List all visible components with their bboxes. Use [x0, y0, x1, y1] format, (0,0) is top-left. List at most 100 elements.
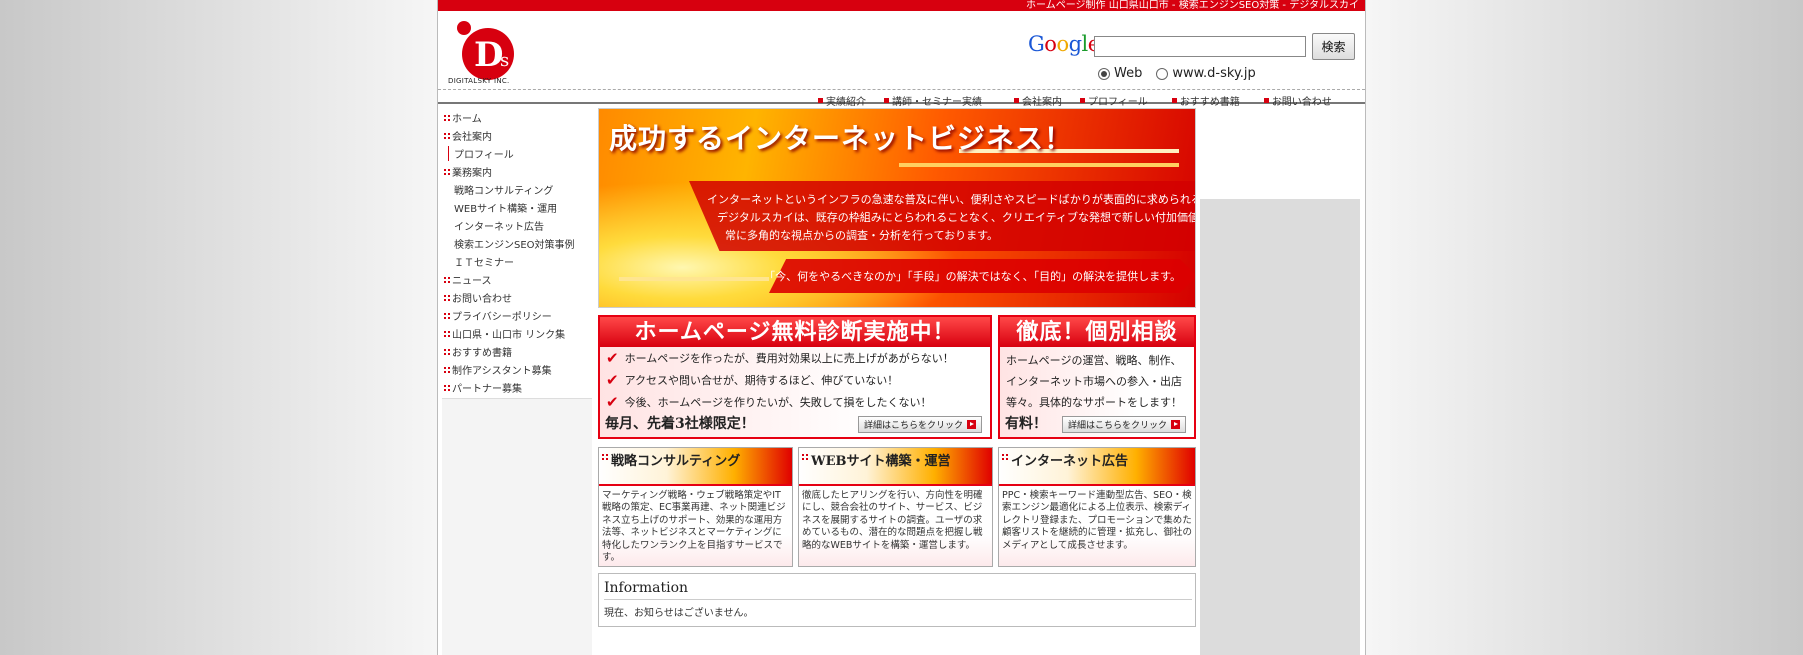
hero-arrow-decoration — [899, 163, 1179, 167]
top-nav: 実績紹介 講師・セミナー実績 会社案内 プロフィール おすすめ書籍 お問い合わせ — [818, 94, 1350, 108]
sidebar-item-web-build[interactable]: WEBサイト構築・運用 — [448, 200, 557, 215]
radio-site-label: www.d-sky.jp — [1172, 66, 1256, 81]
sidebar-item-services[interactable]: 業務案内 — [444, 164, 492, 179]
hero-line-1: インターネットというインフラの急速な普及に伴い、便利さやスピードばかりが表面的に… — [707, 193, 1196, 206]
service-card-title: WEBサイト構築・運営 — [811, 454, 951, 469]
logo-text: DIGITALSKY INC. — [448, 77, 510, 85]
check-icon: ✔ — [606, 349, 619, 367]
search-scope: Web www.d-sky.jp — [1098, 66, 1266, 81]
sidebar-item-strategy[interactable]: 戦略コンサルティング — [448, 182, 553, 197]
play-arrow-icon — [967, 420, 976, 429]
promo-consult-footer: 有料！ — [1005, 416, 1047, 432]
nav-works[interactable]: 実績紹介 — [818, 94, 866, 108]
service-card-body: 徹底したヒアリングを行い、方向性を明確にし、競合会社のサイト、サービス、ビジネス… — [799, 486, 992, 566]
promo-consult-title: 徹底！個別相談 — [1000, 317, 1194, 347]
sidebar-footer-area — [442, 398, 592, 655]
nav-company[interactable]: 会社案内 — [1014, 94, 1062, 108]
information-text: 現在、お知らせはございません。 — [604, 608, 754, 619]
service-card-title: 戦略コンサルティング — [611, 454, 741, 469]
hero-line-3: 常に多角的な視点からの調査・分析を行っております。 — [725, 229, 999, 242]
right-column — [1200, 199, 1360, 655]
service-card-header: 戦略コンサルティング — [599, 448, 792, 486]
search-input[interactable] — [1094, 36, 1306, 57]
bullet-icon — [602, 454, 608, 460]
bullet-icon — [884, 97, 889, 103]
service-card-title: インターネット広告 — [1011, 454, 1129, 469]
header-divider — [438, 89, 1365, 90]
bullet-icon — [444, 114, 450, 121]
radio-web[interactable] — [1098, 67, 1110, 80]
hero-arrow-decoration — [619, 277, 769, 281]
bullet-icon — [444, 312, 450, 319]
promo-free-detail-button[interactable]: 詳細はこちらをクリック — [858, 416, 982, 433]
bullet-icon — [444, 348, 450, 355]
bullet-icon — [1002, 454, 1008, 460]
nav-contact[interactable]: お問い合わせ — [1263, 94, 1332, 108]
service-card-header: WEBサイト構築・運営 — [799, 448, 992, 486]
sidebar-item-it-seminar[interactable]: ＩＴセミナー — [448, 254, 514, 269]
sidebar-item-assistant[interactable]: 制作アシスタント募集 — [444, 362, 552, 377]
bullet-icon — [1014, 97, 1019, 103]
service-card-ads[interactable]: インターネット広告 PPC・検索キーワード連動型広告、SEO・検索エンジン最適化… — [998, 447, 1196, 567]
page: ホームページ制作 山口県山口市 - 検索エンジンSEO対策 - デジタルスカイ … — [437, 0, 1366, 655]
promo-consult-line: 等々。具体的なサポートをします！ — [1006, 396, 1182, 409]
service-card-strategy[interactable]: 戦略コンサルティング マーケティング戦略・ウェブ戦略策定やIT戦略の策定、EC事… — [598, 447, 793, 567]
promo-consult-line: ホームページの運営、戦略、制作、 — [1006, 354, 1182, 367]
google-logo: Google — [1028, 32, 1100, 56]
bullet-icon — [818, 97, 823, 103]
top-banner: ホームページ制作 山口県山口市 - 検索エンジンSEO対策 - デジタルスカイ — [438, 0, 1365, 11]
search-button[interactable]: 検索 — [1312, 33, 1355, 60]
promo-consult-line: インターネット市場への参入・出店 — [1006, 375, 1182, 388]
promo-free-body: ✔ ホームページを作ったが、費用対効果以上に売上げがあがらない！ ✔ アクセスや問い… — [600, 347, 990, 437]
hero-title: 成功するインターネットビジネス！ — [609, 122, 1074, 155]
bullet-icon — [444, 132, 450, 139]
svg-text:s: s — [500, 50, 509, 71]
sidebar-item-news[interactable]: ニュース — [444, 272, 492, 287]
bullet-icon — [444, 330, 450, 337]
service-card-web-build[interactable]: WEBサイト構築・運営 徹底したヒアリングを行い、方向性を明確にし、競合会社のサ… — [798, 447, 993, 567]
bullet-icon — [444, 276, 450, 283]
bullet-icon — [1263, 97, 1269, 103]
promo-free-title: ホームページ無料診断実施中！ — [600, 317, 990, 347]
nav-profile[interactable]: プロフィール — [1080, 94, 1148, 108]
promo-check-item: ✔ 今後、ホームページを作りたいが、失敗して損をしたくない！ — [606, 393, 932, 411]
sidebar-item-partner[interactable]: パートナー募集 — [444, 380, 522, 395]
sidebar-item-contact[interactable]: お問い合わせ — [444, 290, 512, 305]
service-card-body: PPC・検索キーワード連動型広告、SEO・検索エンジン最適化による上位表示、検索… — [999, 486, 1195, 566]
sidebar-item-ads[interactable]: インターネット広告 — [448, 218, 544, 233]
service-card-header: インターネット広告 — [999, 448, 1195, 486]
radio-site[interactable] — [1156, 67, 1169, 80]
hero-cta-text: 「今、何をやるべきなのか」「手段」の解決ではなく、「目的」の解決を提供します。 — [764, 270, 1181, 283]
nav-books[interactable]: おすすめ書籍 — [1171, 94, 1240, 108]
sidebar-item-links[interactable]: 山口県・山口市 リンク集 — [444, 326, 565, 341]
header: D s DIGITALSKY INC. Google 検索 Web www.d-… — [438, 11, 1368, 108]
bullet-icon — [444, 384, 450, 391]
bullet-icon — [1171, 97, 1177, 103]
promo-check-item: ✔ アクセスや問い合せが、期待するほど、伸びていない！ — [606, 371, 899, 389]
information-title: Information — [604, 580, 1192, 600]
nav-seminar[interactable]: 講師・セミナー実績 — [884, 94, 982, 108]
hero-banner: 成功するインターネットビジネス！ インターネットというインフラの急速な普及に伴い… — [598, 108, 1196, 308]
information-box: Information 現在、お知らせはございません。 — [598, 573, 1196, 627]
promo-free-diagnosis: ホームページ無料診断実施中！ ✔ ホームページを作ったが、費用対効果以上に売上げが… — [598, 315, 992, 439]
sidebar-item-profile[interactable]: プロフィール — [448, 146, 514, 161]
bullet-icon — [1080, 97, 1085, 103]
promo-free-footer: 毎月、先着3社様限定！ — [605, 416, 755, 432]
sidebar-item-company[interactable]: 会社案内 — [444, 128, 492, 143]
sidebar-item-privacy[interactable]: プライバシーポリシー — [444, 308, 552, 323]
bullet-icon — [444, 168, 450, 175]
sidebar-item-seo[interactable]: 検索エンジンSEO対策事例 — [448, 236, 575, 251]
check-icon: ✔ — [606, 393, 619, 411]
service-card-body: マーケティング戦略・ウェブ戦略策定やIT戦略の策定、EC事業再建、ネット関連ビジ… — [599, 486, 792, 566]
sidebar-item-books[interactable]: おすすめ書籍 — [444, 344, 512, 359]
google-search: Google 検索 Web www.d-sky.jp — [1028, 24, 1368, 84]
sidebar-item-home[interactable]: ホーム — [444, 110, 482, 125]
promo-consult-body: ホームページの運営、戦略、制作、 インターネット市場への参入・出店 等々。具体的… — [1000, 347, 1194, 437]
check-icon: ✔ — [606, 371, 619, 389]
play-arrow-icon — [1171, 420, 1180, 429]
promo-consult-detail-button[interactable]: 詳細はこちらをクリック — [1062, 416, 1186, 433]
hero-line-2: デジタルスカイは、既存の枠組みにとらわれることなく、クリエイティブな発想で新しい… — [717, 211, 1195, 224]
promo-consultation: 徹底！個別相談 ホームページの運営、戦略、制作、 インターネット市場への参入・出… — [998, 315, 1196, 439]
bullet-icon — [802, 454, 808, 460]
promo-check-item: ✔ ホームページを作ったが、費用対効果以上に売上げがあがらない！ — [606, 349, 954, 367]
